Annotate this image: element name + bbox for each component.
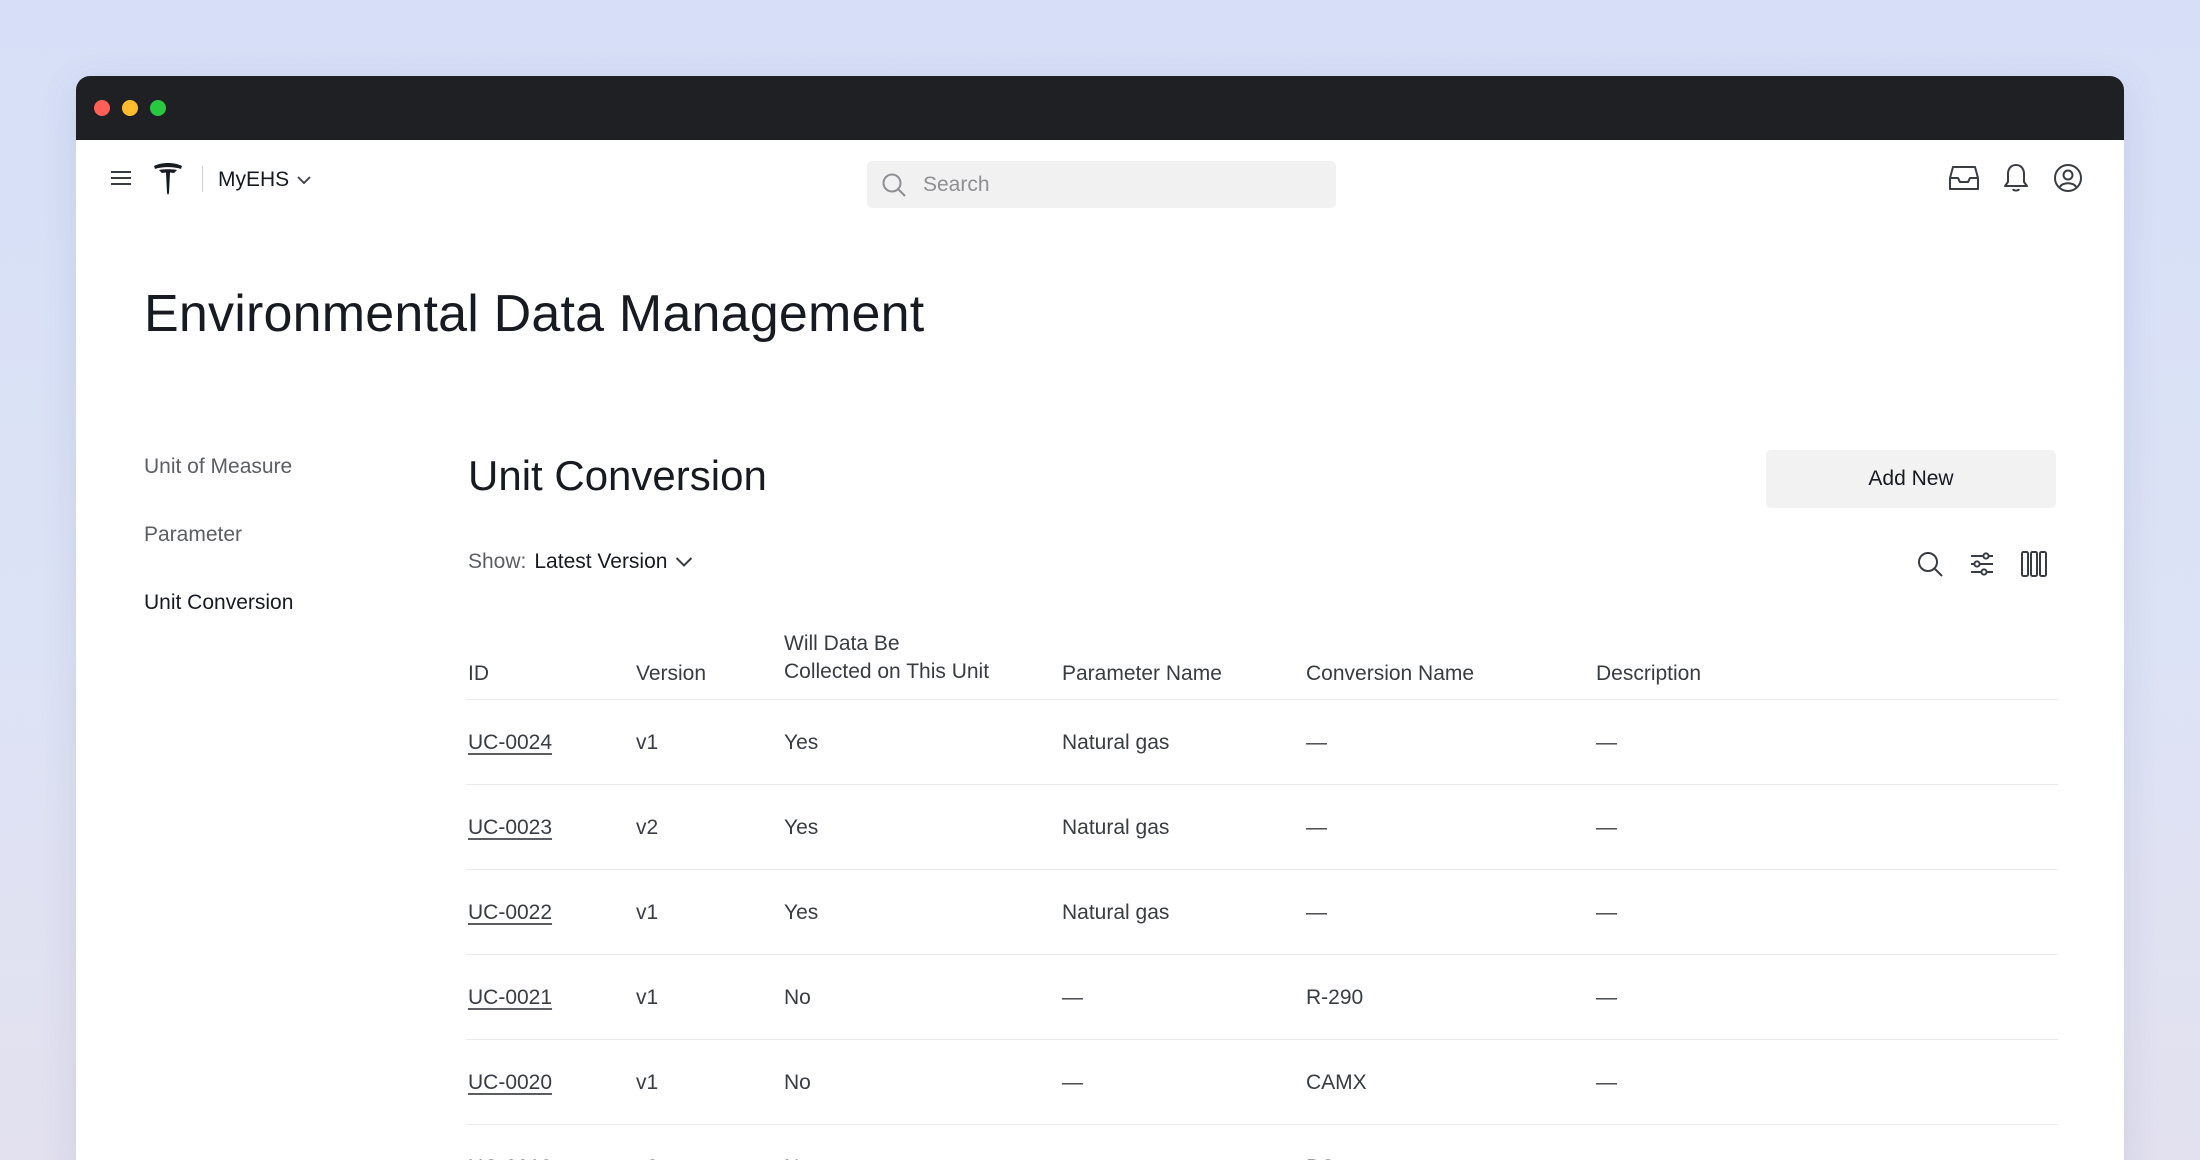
row-parameter: Natural gas [1062, 901, 1170, 924]
show-label: Show: [468, 550, 527, 573]
table-row: UC-0023 v2 Yes Natural gas — — [466, 785, 2058, 870]
row-id-link[interactable]: UC-0023 [468, 815, 552, 841]
close-window-button[interactable] [94, 100, 110, 116]
chevron-down-icon [676, 557, 693, 567]
search-bar [867, 161, 1336, 208]
table-tools [1914, 548, 2050, 580]
row-description: — [1596, 901, 1617, 924]
sidenav-item-unit-conversion[interactable]: Unit Conversion [144, 590, 293, 658]
column-header-collected[interactable]: Will Data Be Collected on This Unit [784, 630, 989, 686]
minimize-window-button[interactable] [122, 100, 138, 116]
row-parameter: Natural gas [1062, 731, 1170, 754]
column-header-description[interactable]: Description [1596, 660, 1701, 688]
row-version: v1 [636, 901, 659, 924]
logo-icon[interactable] [152, 162, 184, 196]
column-header-id[interactable]: ID [468, 660, 489, 688]
sidenav-item-parameter[interactable]: Parameter [144, 522, 293, 590]
row-id-link[interactable]: UC-0019 [468, 1155, 552, 1160]
account-icon[interactable] [2052, 162, 2084, 194]
row-parameter: — [1062, 1071, 1083, 1094]
app-name: MyEHS [218, 168, 290, 191]
table-row: UC-0024 v1 Yes Natural gas — — [466, 700, 2058, 785]
row-parameter: — [1062, 1155, 1083, 1160]
row-id-link[interactable]: UC-0020 [468, 1070, 552, 1096]
row-description: — [1596, 1155, 1617, 1160]
columns-icon[interactable] [2018, 548, 2050, 580]
row-id-link[interactable]: UC-0021 [468, 985, 552, 1011]
row-collected: Yes [784, 901, 819, 924]
row-conversion: — [1306, 901, 1327, 924]
row-parameter: — [1062, 986, 1083, 1009]
inbox-icon[interactable] [1948, 162, 1980, 194]
show-value: Latest Version [534, 550, 668, 573]
row-conversion: CAMX [1306, 1071, 1367, 1094]
add-new-button[interactable]: Add New [1766, 450, 2056, 508]
row-collected: No [784, 1071, 811, 1094]
page-title: Environmental Data Management [144, 285, 925, 343]
column-header-collected-line1: Will Data Be [784, 632, 900, 655]
row-parameter: Natural gas [1062, 816, 1170, 839]
row-description: — [1596, 731, 1617, 754]
section-title: Unit Conversion [468, 452, 767, 499]
table-row: UC-0019 v2 No — BC — [466, 1125, 2058, 1160]
maximize-window-button[interactable] [150, 100, 166, 116]
row-conversion: BC [1306, 1155, 1335, 1160]
chevron-down-icon [297, 176, 311, 185]
unit-conversion-table: ID Version Will Data Be Collected on Thi… [466, 616, 2058, 1160]
menu-icon[interactable] [110, 168, 132, 188]
app-switcher[interactable]: MyEHS [218, 164, 311, 196]
row-conversion: R-290 [1306, 986, 1364, 1009]
row-collected: Yes [784, 731, 819, 754]
table-search-icon[interactable] [1914, 548, 1946, 580]
table-row: UC-0021 v1 No — R-290 — [466, 955, 2058, 1040]
row-description: — [1596, 816, 1617, 839]
row-version: v1 [636, 1071, 659, 1094]
column-header-collected-line2: Collected on This Unit [784, 660, 990, 683]
column-header-version[interactable]: Version [636, 660, 706, 688]
table-header: ID Version Will Data Be Collected on Thi… [466, 616, 2058, 700]
row-description: — [1596, 986, 1617, 1009]
row-description: — [1596, 1071, 1617, 1094]
filter-sliders-icon[interactable] [1966, 548, 1998, 580]
search-input[interactable] [923, 161, 1323, 208]
table-row: UC-0022 v1 Yes Natural gas — — [466, 870, 2058, 955]
section-sidenav: Unit of Measure Parameter Unit Conversio… [144, 454, 293, 658]
row-version: v1 [636, 731, 659, 754]
show-version-dropdown[interactable]: Show: Latest Version [468, 550, 693, 574]
sidenav-item-unit-of-measure[interactable]: Unit of Measure [144, 454, 293, 522]
app-window: MyEHS Search Environmental Data Manageme… [76, 76, 2124, 1160]
table-row: UC-0020 v1 No — CAMX — [466, 1040, 2058, 1125]
column-header-parameter-name[interactable]: Parameter Name [1062, 660, 1222, 688]
column-header-conversion-name[interactable]: Conversion Name [1306, 660, 1474, 688]
row-collected: Yes [784, 816, 819, 839]
row-collected: No [784, 1155, 811, 1160]
row-version: v2 [636, 816, 659, 839]
top-navigation: MyEHS [76, 140, 2124, 220]
search-icon [882, 173, 906, 197]
top-icons [1948, 162, 2084, 194]
row-id-link[interactable]: UC-0024 [468, 730, 552, 756]
row-version: v1 [636, 986, 659, 1009]
bell-icon[interactable] [2000, 162, 2032, 194]
nav-divider [202, 166, 203, 192]
row-id-link[interactable]: UC-0022 [468, 900, 552, 926]
row-version: v2 [636, 1155, 658, 1160]
row-collected: No [784, 986, 811, 1009]
window-titlebar [76, 76, 2124, 140]
row-conversion: — [1306, 816, 1327, 839]
row-conversion: — [1306, 731, 1327, 754]
